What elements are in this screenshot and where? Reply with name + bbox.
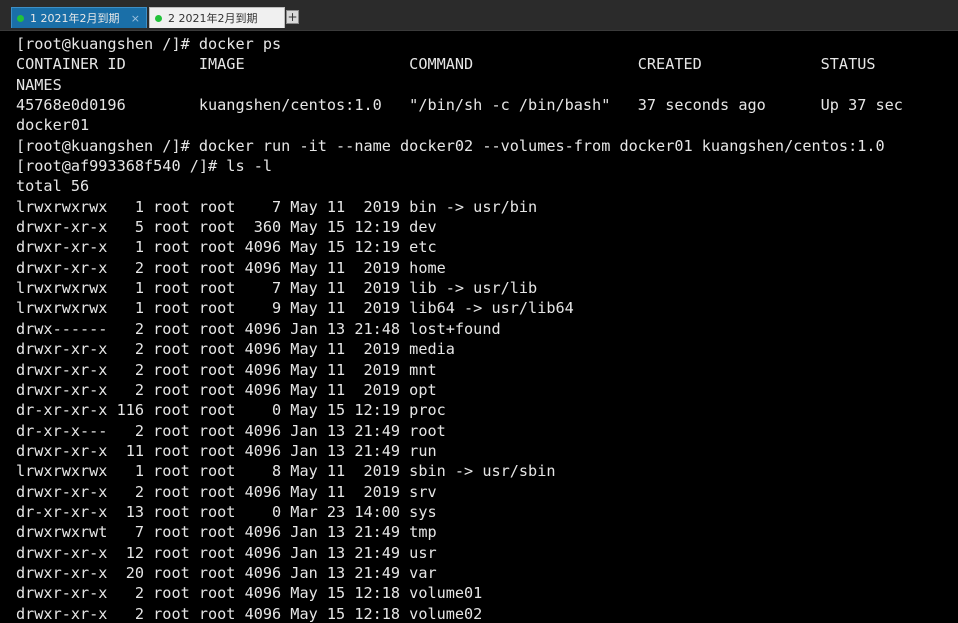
- close-tab-icon[interactable]: ×: [131, 12, 140, 25]
- tab-bar: 1 2021年2月到期 × 2 2021年2月到期 +: [0, 0, 958, 31]
- terminal-line: drwxrwxrwt 7 root root 4096 Jan 13 21:49…: [16, 523, 437, 542]
- terminal-line: total 56: [16, 177, 90, 196]
- tab-label: 1 2021年2月到期: [30, 12, 120, 25]
- connected-status-icon: [17, 14, 24, 22]
- terminal-line: docker01: [16, 116, 90, 135]
- terminal-line: drwxr-xr-x 2 root root 4096 May 11 2019 …: [16, 340, 455, 359]
- terminal-output[interactable]: [root@kuangshen /]# docker ps CONTAINER …: [0, 31, 958, 623]
- tab-session-2[interactable]: 2 2021年2月到期: [149, 7, 285, 28]
- terminal-line: CONTAINER ID IMAGE COMMAND CREATED STATU…: [16, 55, 876, 74]
- terminal-line: [root@af993368f540 /]# ls -l: [16, 157, 273, 176]
- tab-label: 2 2021年2月到期: [168, 12, 258, 25]
- terminal-line: dr-xr-xr-x 13 root root 0 Mar 23 14:00 s…: [16, 502, 437, 521]
- terminal-line: [root@kuangshen /]# docker run -it --nam…: [16, 136, 885, 155]
- terminal-line: drwxr-xr-x 1 root root 4096 May 15 12:19…: [16, 238, 437, 257]
- terminal-lines: [root@kuangshen /]# docker ps CONTAINER …: [16, 34, 903, 623]
- tab-session-1[interactable]: 1 2021年2月到期 ×: [11, 7, 147, 28]
- terminal-line: drwxr-xr-x 20 root root 4096 Jan 13 21:4…: [16, 563, 437, 582]
- connected-status-icon: [155, 14, 162, 22]
- terminal-line: drwxr-xr-x 2 root root 4096 May 11 2019 …: [16, 258, 446, 277]
- terminal-line: lrwxrwxrwx 1 root root 9 May 11 2019 lib…: [16, 299, 574, 318]
- terminal-line: NAMES: [16, 75, 62, 94]
- terminal-line: drwxr-xr-x 2 root root 4096 May 11 2019 …: [16, 380, 437, 399]
- terminal-line: drwxr-xr-x 11 root root 4096 Jan 13 21:4…: [16, 441, 437, 460]
- terminal-line: drwxr-xr-x 2 root root 4096 May 11 2019 …: [16, 360, 437, 379]
- terminal-line: lrwxrwxrwx 1 root root 7 May 11 2019 lib…: [16, 279, 538, 298]
- terminal-line: drwxr-xr-x 2 root root 4096 May 15 12:18…: [16, 584, 483, 603]
- terminal-line: drwxr-xr-x 2 root root 4096 May 11 2019 …: [16, 482, 437, 501]
- terminal-line: 45768e0d0196 kuangshen/centos:1.0 "/bin/…: [16, 96, 903, 115]
- terminal-line: lrwxrwxrwx 1 root root 7 May 11 2019 bin…: [16, 197, 538, 216]
- terminal-line: drwxr-xr-x 5 root root 360 May 15 12:19 …: [16, 218, 437, 237]
- terminal-line: drwxr-xr-x 2 root root 4096 May 15 12:18…: [16, 604, 483, 623]
- add-tab-button[interactable]: +: [286, 10, 299, 24]
- terminal-line: dr-xr-x--- 2 root root 4096 Jan 13 21:49…: [16, 421, 446, 440]
- terminal-line: dr-xr-xr-x 116 root root 0 May 15 12:19 …: [16, 401, 446, 420]
- terminal-line: [root@kuangshen /]# docker ps: [16, 35, 282, 53]
- terminal-line: drwxr-xr-x 12 root root 4096 Jan 13 21:4…: [16, 543, 437, 562]
- terminal-line: lrwxrwxrwx 1 root root 8 May 11 2019 sbi…: [16, 462, 556, 481]
- terminal-line: drwx------ 2 root root 4096 Jan 13 21:48…: [16, 319, 501, 338]
